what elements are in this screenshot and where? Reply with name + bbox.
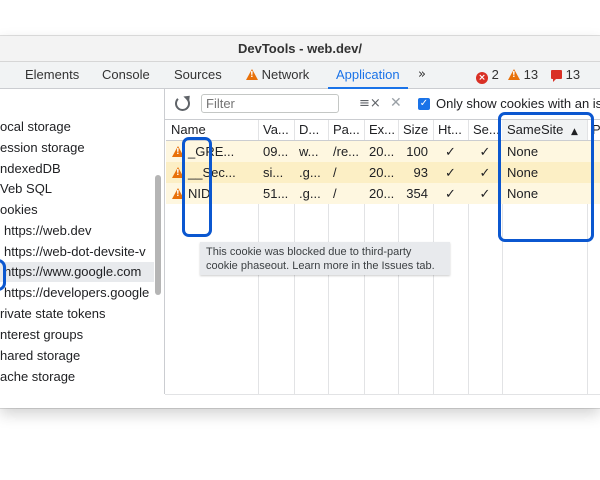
tab-network[interactable]: Network bbox=[246, 62, 309, 88]
sidebar-item-local-storage[interactable]: ocal storage bbox=[0, 117, 71, 137]
cookie-domain: .g... bbox=[299, 165, 321, 180]
cookie-size: 100 bbox=[406, 144, 428, 159]
cookie-name: __Sec... bbox=[166, 162, 258, 183]
table-horizontal-scrollbar[interactable] bbox=[165, 394, 600, 408]
warning-icon bbox=[172, 146, 184, 157]
sidebar-item-web-sql[interactable]: Veb SQL bbox=[0, 179, 52, 199]
issues-icon bbox=[551, 70, 562, 82]
cookie-samesite: None bbox=[507, 144, 539, 159]
application-sidebar: ocal storage ession storage ndexedDB Veb… bbox=[0, 89, 165, 394]
cookie-name-text: _GRE... bbox=[188, 144, 235, 159]
table-row[interactable]: __Sec... si... .g... / 20... 93 ✓ ✓ None bbox=[166, 162, 600, 183]
cookie-domain: w... bbox=[299, 144, 319, 159]
cookie-expires: 20... bbox=[369, 144, 395, 159]
sidebar-item-cookies[interactable]: ookies bbox=[0, 200, 38, 220]
error-counter[interactable]: × 2 bbox=[476, 62, 499, 88]
warning-counter[interactable]: 13 bbox=[508, 62, 538, 88]
sidebar-item-indexeddb[interactable]: ndexedDB bbox=[0, 159, 61, 179]
panel-tab-bar: Elements Console Sources Network Applica… bbox=[0, 62, 600, 89]
blocked-cookie-tooltip: This cookie was blocked due to third-par… bbox=[200, 242, 450, 275]
cookie-httponly-check: ✓ bbox=[445, 144, 456, 159]
warning-icon bbox=[246, 69, 258, 80]
table-row[interactable]: NID 51... .g... / 20... 354 ✓ ✓ None bbox=[166, 183, 600, 204]
cookie-value: 51... bbox=[263, 186, 289, 201]
tab-network-label: Network bbox=[261, 67, 310, 82]
column-header-partition[interactable]: P bbox=[587, 120, 600, 140]
cookie-expires: 20... bbox=[369, 165, 395, 180]
cookie-httponly-check: ✓ bbox=[445, 186, 456, 201]
error-count: 2 bbox=[491, 67, 499, 82]
sidebar-scrollbar[interactable] bbox=[155, 175, 161, 295]
sidebar-item-private-state-tokens[interactable]: rivate state tokens bbox=[0, 304, 106, 324]
cookie-domain: .g... bbox=[299, 186, 321, 201]
filter-input[interactable] bbox=[201, 94, 339, 113]
tab-elements[interactable]: Elements bbox=[25, 62, 79, 88]
sidebar-item-cookie-web-dev[interactable]: https://web.dev bbox=[4, 221, 91, 241]
issues-count: 13 bbox=[565, 67, 581, 82]
samesite-header-label: SameSite bbox=[507, 122, 564, 137]
sidebar-item-session-storage[interactable]: ession storage bbox=[0, 138, 85, 158]
cookie-size: 354 bbox=[406, 186, 428, 201]
cookie-samesite: None bbox=[507, 186, 539, 201]
column-header-name[interactable]: Name bbox=[166, 120, 258, 140]
warning-icon bbox=[172, 167, 184, 178]
cookie-name-text: __Sec... bbox=[188, 165, 236, 180]
cookie-samesite: None bbox=[507, 165, 539, 180]
cookie-path: / bbox=[333, 186, 337, 201]
window-title: DevTools - web.dev/ bbox=[0, 36, 600, 62]
cookies-toolbar: ≡× ✕ ✓ Only show cookies with an is bbox=[165, 89, 600, 120]
cookie-secure-check: ✓ bbox=[479, 186, 491, 201]
cookie-secure-check: ✓ bbox=[479, 144, 491, 159]
sidebar-item-cookie-web-dot-devsite[interactable]: https://web-dot-devsite-v bbox=[4, 242, 146, 262]
column-header-size[interactable]: Size bbox=[398, 120, 433, 140]
tab-application[interactable]: Application bbox=[328, 62, 408, 89]
warning-icon bbox=[172, 188, 184, 199]
delete-selected-icon[interactable]: ✕ bbox=[390, 95, 402, 111]
column-header-domain[interactable]: D... bbox=[294, 120, 328, 140]
warning-count: 13 bbox=[523, 67, 539, 82]
error-icon: × bbox=[476, 72, 488, 84]
clear-all-cookies-icon[interactable]: ≡× bbox=[359, 96, 381, 111]
cookie-name-text: NID bbox=[188, 186, 211, 201]
cookie-name: NID bbox=[166, 183, 258, 204]
cookie-secure-check: ✓ bbox=[479, 165, 491, 180]
cookie-httponly-check: ✓ bbox=[445, 165, 456, 180]
issues-counter[interactable]: 13 bbox=[551, 62, 580, 88]
sidebar-item-shared-storage[interactable]: hared storage bbox=[0, 346, 80, 366]
cookie-path: / bbox=[333, 165, 337, 180]
tab-sources[interactable]: Sources bbox=[174, 62, 222, 88]
sidebar-item-interest-groups[interactable]: nterest groups bbox=[0, 325, 83, 345]
column-header-expires[interactable]: Ex... bbox=[364, 120, 398, 140]
column-header-samesite[interactable]: SameSite ▲ bbox=[502, 120, 587, 140]
sidebar-item-cookie-google[interactable]: https://www.google.com bbox=[0, 262, 154, 282]
tab-console[interactable]: Console bbox=[102, 62, 150, 88]
column-header-value[interactable]: Va... bbox=[258, 120, 294, 140]
cookie-size: 93 bbox=[413, 165, 428, 180]
cookie-value: 09... bbox=[263, 144, 289, 159]
warning-icon bbox=[508, 69, 520, 80]
devtools-window: DevTools - web.dev/ Elements Console Sou… bbox=[0, 36, 600, 408]
cookie-expires: 20... bbox=[369, 186, 395, 201]
more-tabs-chevron-icon[interactable]: » bbox=[418, 62, 426, 88]
only-issues-checkbox[interactable]: ✓ bbox=[418, 98, 430, 110]
refresh-icon[interactable] bbox=[175, 96, 190, 111]
column-header-httponly[interactable]: Ht... bbox=[433, 120, 468, 140]
cookie-value: si... bbox=[263, 165, 284, 180]
table-row[interactable]: _GRE... 09... w... /re... 20... 100 ✓ ✓ … bbox=[166, 141, 600, 162]
cookie-path: /re... bbox=[333, 144, 360, 159]
only-issues-label: Only show cookies with an is bbox=[436, 96, 600, 111]
sidebar-item-cache-storage[interactable]: ache storage bbox=[0, 367, 75, 387]
column-header-path[interactable]: Pa... bbox=[328, 120, 364, 140]
sort-ascending-icon: ▲ bbox=[571, 127, 578, 137]
table-header: Name Va... D... Pa... Ex... Size Ht... S… bbox=[166, 120, 600, 141]
sidebar-item-cookie-developers-google[interactable]: https://developers.google bbox=[4, 283, 149, 303]
cookie-name: _GRE... bbox=[166, 141, 258, 162]
column-header-secure[interactable]: Se... bbox=[468, 120, 502, 140]
